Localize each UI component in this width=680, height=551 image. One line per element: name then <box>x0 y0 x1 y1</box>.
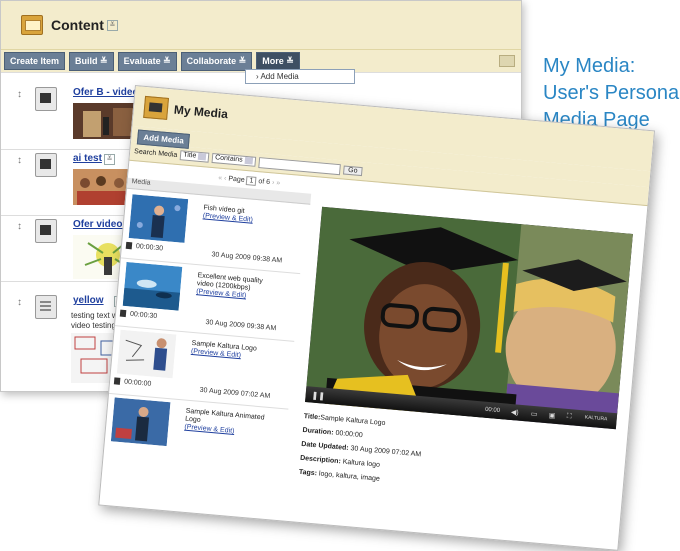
video-player[interactable]: ❚❚ 00:00 ◀) ▭ ▣ ⛶ KALTURA <box>305 206 633 430</box>
search-input[interactable] <box>258 156 341 175</box>
content-header: Content ≚ <box>1 1 521 50</box>
caption-line: User's Persona <box>543 82 680 104</box>
my-media-page: My Media Add Media Search Media Title Co… <box>98 85 656 551</box>
last-page-icon[interactable]: » <box>276 180 281 187</box>
entry-date: 30 Aug 2009 07:02 AM <box>199 386 271 400</box>
settings-icon[interactable]: ▣ <box>548 411 555 420</box>
document-icon <box>35 295 57 319</box>
page-count: of 6 <box>258 178 271 187</box>
item-link[interactable]: Ofer video2 <box>73 219 128 230</box>
go-button[interactable]: Go <box>342 164 363 176</box>
first-page-icon[interactable]: « <box>218 175 223 182</box>
evaluate-button[interactable]: Evaluate ≚ <box>117 51 177 71</box>
prev-page-icon[interactable]: ‹ <box>224 175 227 182</box>
entry-date: 30 Aug 2009 09:38 AM <box>211 251 283 265</box>
fullscreen-icon[interactable]: ⛶ <box>566 413 571 421</box>
media-thumbnail[interactable] <box>110 397 171 447</box>
next-page-icon[interactable]: › <box>272 179 275 186</box>
item-link[interactable]: ai test <box>73 153 102 164</box>
media-thumbnail[interactable] <box>128 194 189 243</box>
media-entry[interactable]: Sample Kaltura Animated Logo (Preview & E… <box>103 393 288 476</box>
media-thumbnail[interactable] <box>122 261 183 311</box>
volume-icon[interactable]: ◀) <box>511 408 519 417</box>
drag-handle-icon[interactable]: ↕ <box>17 89 22 100</box>
video-icon <box>35 219 57 243</box>
entry-duration: 00:00:30 <box>120 310 158 320</box>
more-button[interactable]: More ≚ <box>256 51 300 71</box>
drag-handle-icon[interactable]: ↕ <box>17 297 22 308</box>
search-field-select[interactable]: Title <box>179 150 210 163</box>
clapperboard-icon <box>143 95 169 120</box>
entry-duration: 00:00:30 <box>126 242 164 252</box>
video-icon <box>35 87 57 111</box>
create-item-button[interactable]: Create Item <box>4 52 66 70</box>
video-icon <box>35 153 57 177</box>
item-link[interactable]: yellow <box>73 295 104 306</box>
entry-info: Sample Kaltura Logo (Preview & Edit) <box>191 340 272 363</box>
media-details: Title:Sample Kaltura Logo Duration: 00:0… <box>298 410 424 490</box>
collaborate-button[interactable]: Collaborate ≚ <box>180 51 253 71</box>
kaltura-logo[interactable]: KALTURA <box>584 414 607 422</box>
folder-icon <box>21 15 43 35</box>
drag-handle-icon[interactable]: ↕ <box>17 221 22 232</box>
entry-date: 30 Aug 2009 09:38 AM <box>205 319 277 333</box>
chevron-down-icon[interactable]: ≚ <box>106 19 118 31</box>
chevron-down-icon[interactable]: ≚ <box>104 154 115 165</box>
page-label: Page <box>228 175 245 184</box>
chevron-down-icon <box>197 153 207 161</box>
entry-title: Sample Kaltura Animated Logo <box>184 407 265 424</box>
my-media-title: My Media <box>173 102 229 122</box>
drag-handle-icon[interactable]: ↕ <box>17 155 22 166</box>
build-button[interactable]: Build ≚ <box>69 51 114 71</box>
toggle-view-icon[interactable] <box>499 55 515 67</box>
player-time: 00:00 <box>484 406 501 415</box>
entry-duration: 00:00:00 <box>114 377 152 388</box>
entry-info: Fish video git (Preview & Edit) <box>202 204 283 227</box>
preview-edit-link[interactable]: (Preview & Edit) <box>184 424 264 439</box>
caption-line: My Media: <box>543 55 636 77</box>
content-title: Content <box>51 17 104 33</box>
pause-icon[interactable]: ❚❚ <box>311 391 325 401</box>
media-thumbnail[interactable] <box>116 329 177 379</box>
entry-info: Sample Kaltura Animated Logo (Preview & E… <box>184 408 266 439</box>
page-input[interactable]: 1 <box>246 176 257 186</box>
menu-item-add-media[interactable]: › Add Media <box>245 69 355 84</box>
entry-info: Excellent web quality video (1200kbps) (P… <box>196 272 278 303</box>
search-operator-select[interactable]: Contains <box>211 153 256 167</box>
chevron-down-icon <box>244 157 253 165</box>
search-label: Search Media <box>133 147 178 159</box>
captions-icon[interactable]: ▭ <box>531 410 538 419</box>
